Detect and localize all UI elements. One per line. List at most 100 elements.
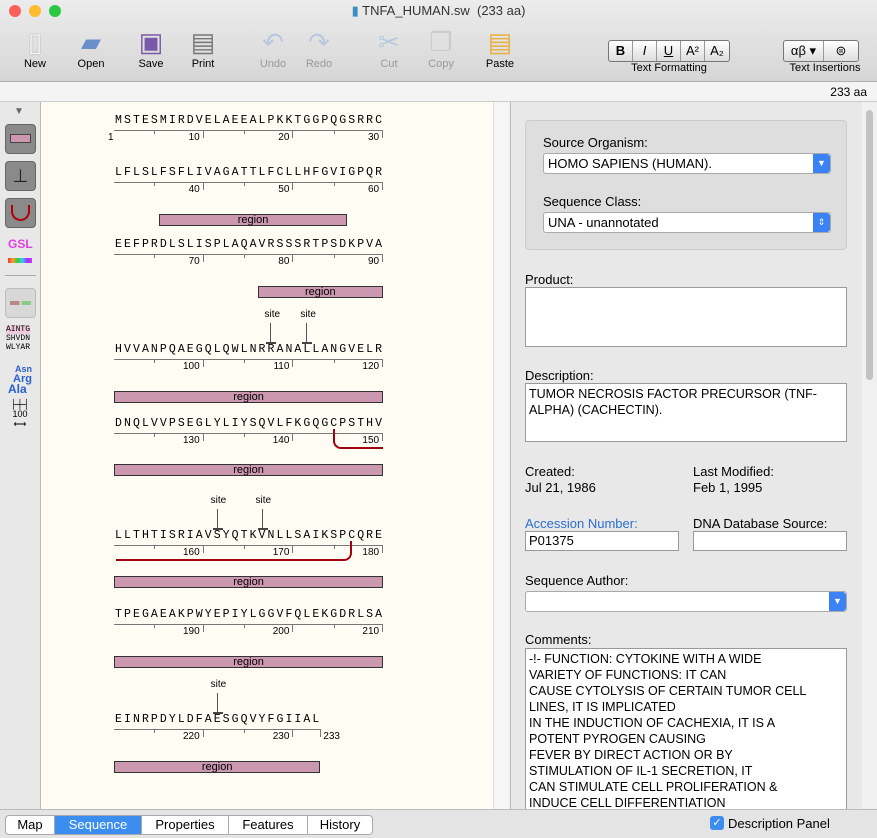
aa-grid-tool[interactable]: AINTG SHVDN WLYAR xyxy=(6,325,31,352)
residue: I xyxy=(231,417,239,430)
residue: P xyxy=(186,608,194,621)
cut-button[interactable]: ✂ Cut xyxy=(364,26,414,70)
panel-scrollbar[interactable] xyxy=(862,102,877,809)
sequence-view[interactable]: M S T E S M I R D V E L A E E A L P K K T G G P Q G S R R C 1 10 20 30 L F L… xyxy=(41,102,493,809)
residue: A xyxy=(222,114,230,127)
region-feature[interactable]: region xyxy=(158,214,348,226)
residue: K xyxy=(321,608,329,621)
source-organism-select[interactable]: HOMO SAPIENS (HUMAN). ▼ xyxy=(543,153,831,174)
redo-button[interactable]: ↷ Redo xyxy=(294,26,344,70)
residue: T xyxy=(312,238,320,251)
region-feature[interactable]: region xyxy=(114,391,384,403)
subscript-button[interactable]: A₂ xyxy=(705,41,729,61)
copy-button[interactable]: ❐ Copy xyxy=(416,26,466,70)
tab-sequence[interactable]: Sequence xyxy=(54,815,142,835)
residue: G xyxy=(222,166,230,179)
region-feature[interactable]: region xyxy=(114,576,384,588)
tab-properties[interactable]: Properties xyxy=(141,815,229,835)
underline-button[interactable]: U xyxy=(657,41,681,61)
accession-field[interactable]: P01375 xyxy=(525,531,679,551)
region-feature[interactable]: region xyxy=(114,464,384,476)
residue: E xyxy=(115,238,122,251)
site-bar xyxy=(257,528,268,530)
residue: S xyxy=(330,238,338,251)
dna-source-field[interactable] xyxy=(693,531,847,551)
sequence-row: TPEGAEAKPWYEPIYLGGVFQLEKGDRLSA xyxy=(114,608,383,621)
accession-link[interactable]: Accession Number: xyxy=(525,516,638,531)
residue: S xyxy=(141,166,149,179)
aa-names-tool[interactable]: Asn Arg Ala xyxy=(8,364,32,395)
residue: Q xyxy=(258,417,266,430)
ruler-tick xyxy=(154,729,156,733)
author-select[interactable]: ▼ xyxy=(525,591,847,612)
primer-tool[interactable] xyxy=(5,288,36,318)
residue: L xyxy=(240,343,248,356)
ruler-number: 130 xyxy=(183,435,200,446)
residue: Q xyxy=(168,343,176,356)
residue: W xyxy=(231,343,239,356)
tab-map[interactable]: Map xyxy=(5,815,55,835)
residue: R xyxy=(141,713,149,726)
residue: V xyxy=(276,608,284,621)
comments-field[interactable]: -!- FUNCTION: CYTOKINE WITH A WIDE VARIE… xyxy=(525,648,847,818)
residue: V xyxy=(124,343,131,356)
residue: E xyxy=(115,713,122,726)
tab-features[interactable]: Features xyxy=(228,815,308,835)
sequence-class-select[interactable]: UNA - unannotated ⇕ xyxy=(543,212,831,233)
residue: D xyxy=(186,114,194,127)
residue: Y xyxy=(168,713,176,726)
product-field[interactable] xyxy=(525,287,847,347)
region-tool[interactable] xyxy=(5,124,36,154)
ruler-tick xyxy=(244,182,246,186)
region-feature[interactable]: region xyxy=(114,656,384,668)
sequence-class-label: Sequence Class: xyxy=(543,194,642,209)
residue: S xyxy=(177,238,185,251)
residue: V xyxy=(366,238,374,251)
residue: N xyxy=(124,417,131,430)
residue: V xyxy=(348,343,356,356)
link-button[interactable]: ⊜ xyxy=(824,41,858,61)
created-label: Created: xyxy=(525,464,575,479)
ruler-number: 190 xyxy=(183,626,200,637)
italic-button[interactable]: I xyxy=(633,41,657,61)
scroll-thumb[interactable] xyxy=(866,110,873,380)
description-field[interactable]: TUMOR NECROSIS FACTOR PRECURSOR (TNF-ALP… xyxy=(525,383,847,442)
residue: F xyxy=(267,166,275,179)
region-feature[interactable]: region xyxy=(114,761,321,773)
residue: L xyxy=(258,114,266,127)
ruler-tick xyxy=(244,433,246,437)
scale-tool[interactable]: ├┼┤ 100 ⟷ xyxy=(6,399,34,429)
open-button[interactable]: ▰ Open xyxy=(66,26,116,70)
ruler-tick xyxy=(154,624,156,628)
palette-menu-icon[interactable]: ▼ xyxy=(14,106,24,117)
region-feature[interactable]: region xyxy=(257,286,384,298)
residue: G xyxy=(141,608,149,621)
superscript-button[interactable]: A² xyxy=(681,41,705,61)
residue: L xyxy=(303,343,311,356)
save-button[interactable]: ▣ Save xyxy=(126,26,176,70)
residue: L xyxy=(115,166,122,179)
print-button[interactable]: ▤ Print xyxy=(178,26,228,70)
residue: E xyxy=(240,114,248,127)
ruler-tick xyxy=(244,254,246,258)
greek-button[interactable]: αβ ▾ xyxy=(784,41,824,61)
site-tool[interactable]: ⊥ xyxy=(5,161,36,191)
ruler-tick xyxy=(202,254,204,262)
residue: F xyxy=(195,713,203,726)
residue: S xyxy=(222,713,230,726)
paste-button[interactable]: ▤ Paste xyxy=(475,26,525,70)
residue: V xyxy=(258,238,266,251)
tab-history[interactable]: History xyxy=(307,815,373,835)
gsl-tool[interactable]: GSL xyxy=(8,237,33,251)
sequence-scrollbar[interactable] xyxy=(493,102,509,809)
new-button[interactable]: ▯ New xyxy=(10,26,60,70)
site-label: site xyxy=(264,309,281,320)
residue: F xyxy=(285,417,293,430)
residue: I xyxy=(231,608,239,621)
description-panel-checkbox[interactable]: ✓ xyxy=(710,816,724,830)
bracket-tool[interactable] xyxy=(5,198,36,228)
ruler-tick xyxy=(202,729,204,737)
residue: S xyxy=(285,238,293,251)
undo-button[interactable]: ↶ Undo xyxy=(248,26,298,70)
bold-button[interactable]: B xyxy=(609,41,633,61)
